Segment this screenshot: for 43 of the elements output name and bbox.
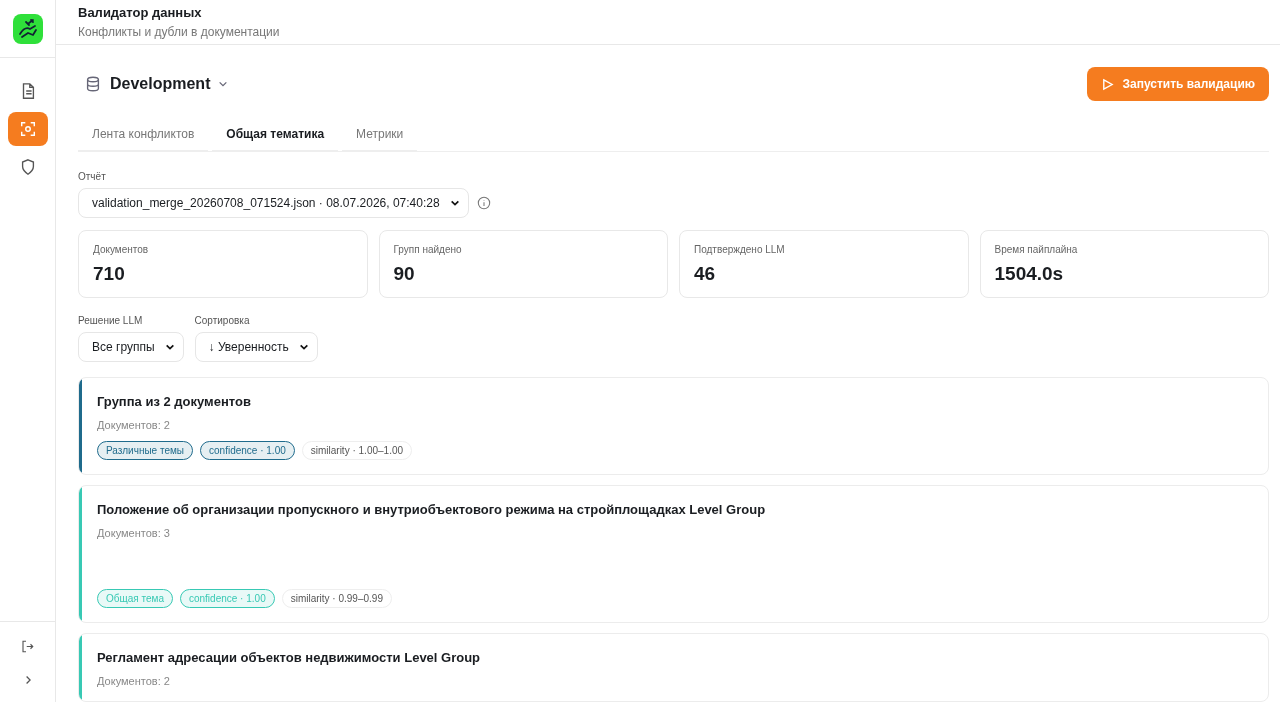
- stat-label: Время пайплайна: [994, 244, 1079, 255]
- app-subtitle: Конфликты и дубли в документации: [78, 25, 281, 39]
- accent-tag: Различные темы: [97, 441, 194, 460]
- stat-label: Подтверждено LLM: [694, 244, 786, 255]
- accent-tag: confidence · 1.00: [179, 589, 275, 608]
- environment-dropdown[interactable]: Development: [78, 75, 235, 93]
- report-select[interactable]: validation_merge_20260708_071524.json · 08.07.2026, 07:40:28: [78, 188, 469, 218]
- app-title: Валидатор данных: [78, 5, 203, 20]
- logo-icon: [12, 13, 43, 44]
- caret-icon: [298, 342, 309, 352]
- group-title: Положение об организации пропускного и внутриобъектового режима на стройплощадках Level Group: [97, 502, 767, 517]
- stat-label: Групп найдено: [393, 244, 463, 255]
- tab[interactable]: Общая тематика: [212, 119, 339, 152]
- stat-value: 46: [694, 263, 717, 285]
- filter-select[interactable]: ↓ Уверенность: [194, 332, 318, 362]
- tab[interactable]: Метрики: [342, 119, 418, 152]
- accent-tag: Общая тема: [97, 589, 173, 608]
- caret-icon: [164, 342, 175, 352]
- info-icon[interactable]: [476, 196, 491, 210]
- tab[interactable]: Лента конфликтов: [78, 119, 209, 152]
- group-card[interactable]: Группа из 2 документов Документов: 2 Различные темы confidence · 1.00 similarity · 1.00–1.00: [78, 377, 1269, 475]
- field-label: Сортировка: [194, 315, 251, 326]
- stat-label: Документов: [93, 244, 150, 255]
- group-card[interactable]: Положение об организации пропускного и внутриобъектового режима на стройплощадках Level Group Документов: 3 Общая тема confidence · 1.00 similarity · 0.99–0.99: [78, 485, 1269, 623]
- caret-icon: [218, 79, 229, 89]
- play-icon: [1101, 77, 1115, 91]
- accent-tag: confidence · 1.00: [200, 441, 295, 460]
- document-count: Документов: 2: [97, 419, 171, 431]
- stat-value: 710: [93, 263, 126, 285]
- document-count: Документов: 2: [97, 675, 171, 687]
- logout-icon: [20, 638, 35, 654]
- stat-value: 1504.0s: [994, 263, 1065, 285]
- field-label: Решение LLM: [78, 315, 144, 326]
- scan-icon: [18, 120, 37, 138]
- document-count: Документов: 3: [97, 527, 171, 539]
- group-title: Регламент адресации объектов недвижимости Level Group: [97, 650, 482, 665]
- field-label: Отчёт: [78, 171, 107, 182]
- group-card[interactable]: Регламент адресации объектов недвижимости Level Group Документов: 2: [78, 633, 1269, 702]
- filter-select[interactable]: Все группы: [78, 332, 184, 362]
- stat-value: 90: [393, 263, 416, 285]
- database-icon: [84, 75, 102, 93]
- group-title: Группа из 2 документов: [97, 394, 252, 409]
- caret-icon: [449, 198, 460, 208]
